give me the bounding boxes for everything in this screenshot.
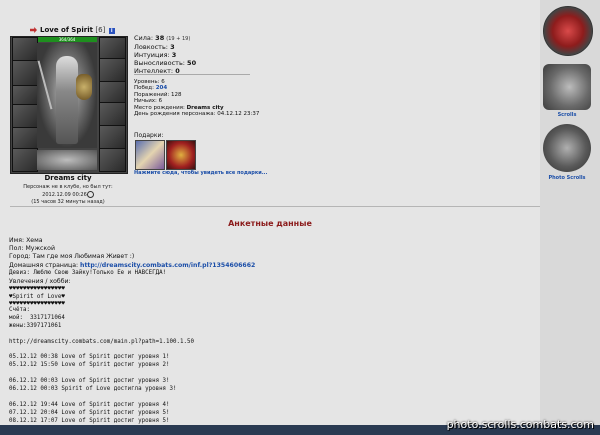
hearts-line: ♥♥♥♥♥♥♥♥♥♥♥♥♥♥♥♥	[9, 285, 65, 292]
birthplace-label: Место рождения:	[134, 104, 185, 111]
endurance-value: 50	[187, 59, 197, 67]
spirit-line: ♥Spirit of Love♥	[9, 293, 65, 300]
homepage-label: Домашняя страница:	[9, 261, 79, 269]
gifts-label: Подарки:	[134, 132, 164, 139]
wins-value: 204	[155, 85, 168, 92]
profile-motto: Девиз: Люблю Свою Зайку!Только Ее и НАВС…	[9, 269, 167, 276]
log-line: ​	[9, 347, 194, 355]
offline-line-2: 2012.12.09 00:26	[42, 192, 87, 198]
scroll-icon[interactable]	[543, 64, 591, 110]
birthplace-value: Dreams city	[186, 104, 224, 111]
log-line: 05.12.12 00:38 Love of Spirit достиг уро…	[9, 354, 170, 361]
strength-label: Сила:	[134, 34, 154, 42]
profile-log: Счёта:мой: 3317171064жены:3397171061​htt…	[9, 307, 194, 426]
boots-slot[interactable]	[99, 148, 126, 172]
stats-divider	[134, 74, 250, 75]
clock-icon	[86, 191, 94, 198]
armor-slot[interactable]	[12, 104, 38, 128]
endurance-label: Выносливость:	[134, 59, 185, 67]
wins-label: Побед:	[134, 85, 154, 92]
camera-icon[interactable]	[543, 124, 591, 172]
hobbies-label: Увлечения / хобби:	[9, 277, 71, 285]
log-line: ​	[9, 331, 194, 339]
strength-extra: (19 + 19)	[166, 36, 191, 42]
homepage-link[interactable]: http://dreamscity.combats.com/inf.pl?135…	[80, 262, 255, 269]
profile-block: Имя: Хема Пол: Мужской Город: Там где мо…	[9, 237, 255, 309]
log-line: ​	[9, 370, 194, 378]
gloves-slot[interactable]	[12, 148, 38, 172]
shield-image	[76, 74, 92, 100]
earring-slot[interactable]	[99, 37, 126, 59]
gifts-link[interactable]: Нажмите сюда, чтобы увидеть все подарки.…	[134, 170, 267, 176]
profile-name: Имя: Хема	[9, 237, 43, 244]
gift-item[interactable]	[166, 140, 196, 170]
photo-scrolls-label[interactable]: Photo Scrolls	[540, 175, 594, 181]
watermark: photo.scrolls.combats.com	[446, 418, 594, 431]
agility-value: 3	[170, 43, 175, 51]
section-divider	[10, 206, 540, 207]
log-line: мой: 3317171064	[9, 314, 65, 321]
log-line: 06.12.12 00:03 Spirit of Love достигла у…	[9, 386, 177, 393]
section-title: Анкетные данные	[228, 219, 312, 228]
necklace-slot[interactable]	[99, 58, 126, 82]
legs-slot[interactable]	[99, 125, 126, 149]
log-line: 05.12.12 15:50 Love of Spirit достиг уро…	[9, 362, 170, 369]
log-line: жены:3397171061	[9, 322, 62, 329]
clan-emblem	[37, 150, 97, 170]
log-line: Счёта:	[9, 307, 30, 313]
fist-icon[interactable]	[543, 6, 593, 56]
agility-label: Ловкость:	[134, 43, 168, 51]
belt-slot[interactable]	[12, 127, 38, 149]
shield-slot[interactable]	[99, 102, 126, 126]
ring-slot-2[interactable]	[99, 81, 126, 103]
ring-slot[interactable]	[12, 85, 38, 105]
character-title: Love of Spirit [6] i	[40, 26, 115, 34]
character-level: [6]	[95, 26, 106, 34]
birthday: День рождения персонажа: 04.12.12 23:37	[134, 111, 260, 118]
knight-image	[56, 56, 78, 144]
log-line: 07.12.12 20:04 Love of Spirit достиг уро…	[9, 409, 170, 416]
gift-item[interactable]	[135, 140, 165, 170]
intuition-label: Интуиция:	[134, 51, 170, 59]
helmet-slot[interactable]	[12, 37, 38, 61]
profile-city: Город: Там где моя Любимая Живет :)	[9, 253, 135, 261]
strength-value: 38	[155, 34, 165, 42]
character-city: Dreams city	[44, 174, 92, 182]
offline-line-3: (15 часов 32 минуты назад)	[31, 199, 105, 205]
character-name: Love of Spirit	[40, 26, 93, 34]
log-line: ​	[9, 394, 194, 402]
stats-block: Сила: 38 (19 + 19) Ловкость: 3 Интуиция:…	[134, 34, 196, 75]
info-icon[interactable]: i	[108, 28, 115, 34]
info-block: Уровень: 6 Побед: 204 Поражений: 128 Нич…	[134, 79, 259, 117]
log-line: 06.12.12 00:03 Love of Spirit достиг уро…	[9, 378, 170, 385]
scrolls-label[interactable]: Scrolls	[540, 112, 594, 118]
weapon-slot[interactable]	[12, 60, 38, 86]
offline-status: Персонаж не в клубе, но был тут: 2012.12…	[10, 184, 126, 206]
hp-bar: 364/364	[37, 37, 97, 42]
intuition-value: 3	[171, 51, 177, 59]
offline-line-1: Персонаж не в клубе, но был тут:	[23, 184, 113, 190]
log-link[interactable]: http://dreamscity.combats.com/main.pl?pa…	[9, 339, 194, 347]
log-line: 06.12.12 19:44 Love of Spirit достиг уро…	[9, 401, 170, 408]
